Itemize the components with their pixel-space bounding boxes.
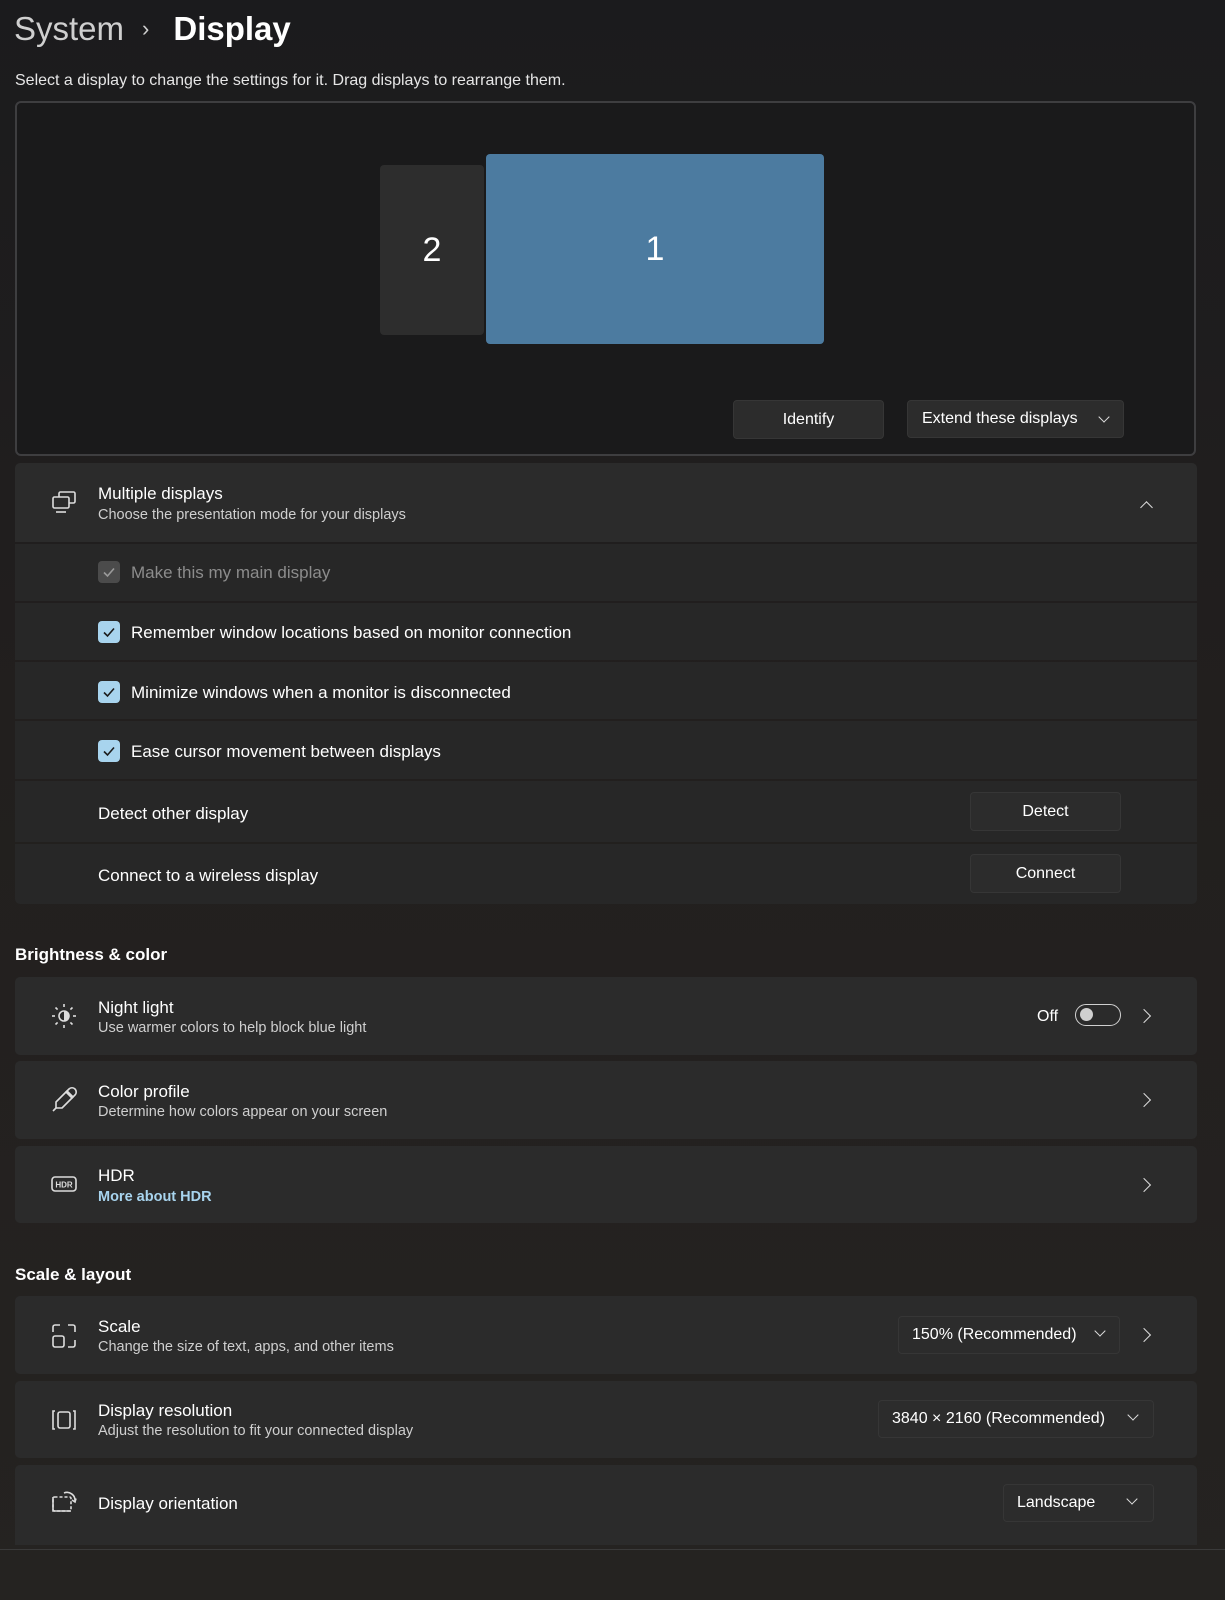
- svg-text:HDR: HDR: [55, 1181, 73, 1190]
- scale-title: Scale: [98, 1317, 141, 1336]
- checkmark-icon: [103, 687, 115, 698]
- chevron-down-icon: [1127, 1409, 1139, 1421]
- toggle-knob: [1080, 1008, 1093, 1021]
- chevron-right-icon[interactable]: [1136, 1327, 1152, 1343]
- checkmark-icon: [103, 567, 115, 578]
- night-light-state: Off: [1037, 1008, 1059, 1025]
- night-light-row[interactable]: Night light Use warmer colors to help bl…: [15, 977, 1197, 1055]
- checkmark-icon: [103, 746, 115, 757]
- main-display-checkbox: [98, 561, 120, 583]
- night-light-description: Use warmer colors to help block blue lig…: [98, 1020, 367, 1036]
- night-light-title: Night light: [98, 998, 174, 1017]
- connect-button[interactable]: Connect: [970, 854, 1121, 893]
- multiple-displays-header[interactable]: Multiple displays Choose the presentatio…: [15, 463, 1197, 542]
- monitor-2-label: 2: [422, 230, 442, 269]
- orientation-value: Landscape: [1017, 1494, 1096, 1511]
- night-light-toggle[interactable]: [1075, 1004, 1121, 1026]
- wireless-display-label: Connect to a wireless display: [98, 866, 319, 885]
- orientation-icon: [52, 1491, 77, 1512]
- chevron-right-icon[interactable]: [1136, 1177, 1152, 1193]
- color-profile-title: Color profile: [98, 1082, 190, 1101]
- checkmark-icon: [103, 627, 115, 638]
- display-resolution-description: Adjust the resolution to fit your connec…: [98, 1423, 414, 1439]
- minimize-windows-label: Minimize windows when a monitor is disco…: [131, 683, 511, 702]
- display-resolution-row: Display resolution Adjust the resolution…: [15, 1381, 1197, 1458]
- monitor-2-tile[interactable]: 2: [380, 165, 484, 335]
- detect-display-row: Detect other display Detect: [15, 781, 1197, 842]
- brightness-color-heading: Brightness & color: [15, 945, 168, 964]
- chevron-down-icon: [1094, 1325, 1106, 1337]
- color-profile-row[interactable]: Color profile Determine how colors appea…: [15, 1061, 1197, 1139]
- multiple-displays-title: Multiple displays: [98, 484, 223, 503]
- chevron-right-icon[interactable]: [1136, 1008, 1152, 1024]
- display-resolution-title: Display resolution: [98, 1401, 233, 1420]
- identify-button[interactable]: Identify: [733, 400, 884, 439]
- display-mode-value: Extend these displays: [922, 410, 1078, 427]
- intro-text: Select a display to change the settings …: [15, 72, 566, 89]
- scale-value: 150% (Recommended): [912, 1326, 1077, 1343]
- multiple-displays-description: Choose the presentation mode for your di…: [98, 507, 406, 523]
- display-orientation-row: Display orientation Landscape: [15, 1465, 1197, 1545]
- scale-dropdown[interactable]: 150% (Recommended): [898, 1316, 1120, 1354]
- breadcrumb-system-link[interactable]: System: [14, 10, 124, 48]
- option-row-ease-cursor[interactable]: Ease cursor movement between displays: [15, 721, 1197, 779]
- connect-button-label: Connect: [1015, 864, 1076, 882]
- chevron-right-icon[interactable]: [1136, 1092, 1152, 1108]
- chevron-up-icon[interactable]: [1140, 501, 1153, 514]
- color-profile-description: Determine how colors appear on your scre…: [98, 1104, 388, 1120]
- option-row-minimize-windows[interactable]: Minimize windows when a monitor is disco…: [15, 662, 1197, 719]
- resolution-value: 3840 × 2160 (Recommended): [892, 1410, 1106, 1427]
- monitor-1-tile[interactable]: 1: [486, 154, 824, 344]
- chevron-right-icon: ›: [142, 16, 150, 41]
- remember-locations-checkbox[interactable]: [98, 621, 120, 643]
- detect-button-label: Detect: [1022, 802, 1069, 820]
- ease-cursor-label: Ease cursor movement between displays: [131, 742, 441, 761]
- ease-cursor-checkbox[interactable]: [98, 740, 120, 762]
- breadcrumb: System › Display: [14, 4, 291, 54]
- identify-label: Identify: [782, 410, 835, 428]
- divider: [0, 1549, 1225, 1550]
- resolution-icon: [52, 1410, 76, 1430]
- option-row-remember-locations[interactable]: Remember window locations based on monit…: [15, 603, 1197, 660]
- eyedropper-icon: [52, 1086, 78, 1112]
- display-orientation-title: Display orientation: [98, 1494, 238, 1513]
- multiple-displays-icon: [52, 491, 76, 513]
- scale-row[interactable]: Scale Change the size of text, apps, and…: [15, 1296, 1197, 1374]
- detect-display-label: Detect other display: [98, 804, 249, 823]
- hdr-icon: HDR: [51, 1176, 77, 1192]
- minimize-windows-checkbox[interactable]: [98, 681, 120, 703]
- resolution-dropdown[interactable]: 3840 × 2160 (Recommended): [878, 1400, 1154, 1438]
- page-title: Display: [173, 10, 291, 47]
- scale-icon: [52, 1324, 76, 1348]
- display-mode-dropdown[interactable]: Extend these displays: [907, 400, 1124, 438]
- scale-layout-heading: Scale & layout: [15, 1265, 132, 1284]
- orientation-dropdown[interactable]: Landscape: [1003, 1484, 1154, 1522]
- scale-description: Change the size of text, apps, and other…: [98, 1339, 394, 1355]
- chevron-down-icon: [1098, 411, 1110, 423]
- main-display-label: Make this my main display: [131, 563, 331, 582]
- remember-locations-label: Remember window locations based on monit…: [131, 623, 572, 642]
- wireless-display-row: Connect to a wireless display Connect: [15, 844, 1197, 904]
- night-light-icon: [52, 1004, 76, 1028]
- hdr-link[interactable]: More about HDR: [98, 1189, 212, 1205]
- detect-button[interactable]: Detect: [970, 792, 1121, 831]
- chevron-down-icon: [1126, 1493, 1138, 1505]
- hdr-row[interactable]: HDR HDR More about HDR: [15, 1146, 1197, 1223]
- monitor-1-label: 1: [645, 229, 665, 268]
- hdr-title: HDR: [98, 1166, 135, 1185]
- option-row-main-display: Make this my main display: [15, 544, 1197, 601]
